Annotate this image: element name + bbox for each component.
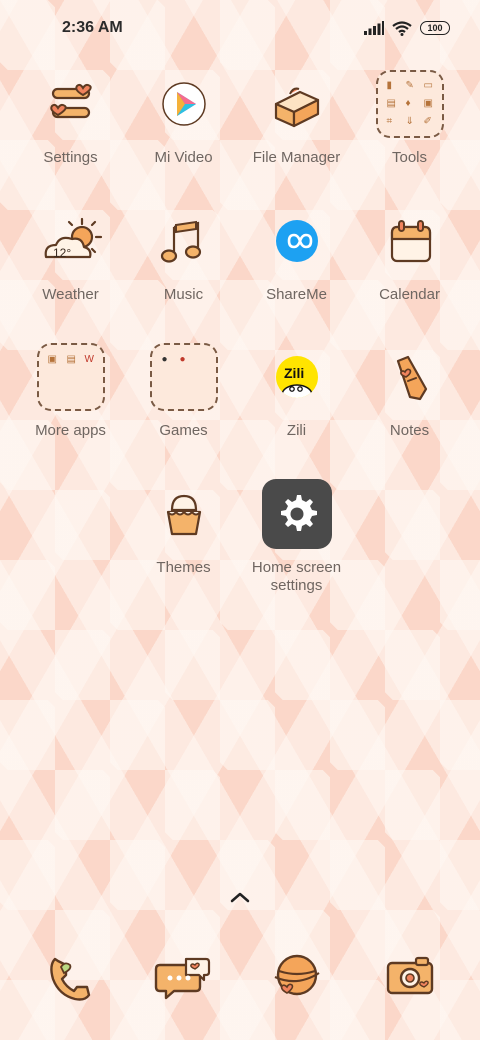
folder-tools[interactable]: ▮ ✎ ▭ ▤ ♦ ▣ ⌗ ⇓ ✐ Tools (353, 66, 466, 167)
status-icons: 100 (364, 20, 450, 36)
app-label: Calendar (379, 286, 440, 303)
music-icon (160, 220, 201, 263)
battery-icon: 100 (420, 21, 450, 35)
clock: 2:36 AM (62, 19, 123, 36)
folder-icon: ▮ ✎ ▭ ▤ ♦ ▣ ⌗ ⇓ ✐ (375, 70, 444, 138)
phone-icon[interactable] (41, 945, 101, 1005)
weather-icon: 12° (44, 217, 102, 260)
browser-icon[interactable] (267, 945, 327, 1005)
app-label: ShareMe (266, 286, 327, 303)
gear-icon (280, 495, 317, 531)
app-notes[interactable]: Notes (353, 339, 466, 440)
app-label: File Manager (252, 149, 341, 166)
app-label: Settings (43, 149, 98, 166)
app-label: Games (159, 422, 208, 439)
messages-icon[interactable] (154, 945, 214, 1005)
camera-icon[interactable] (380, 945, 440, 1005)
app-label: Zili (286, 422, 307, 439)
app-zili[interactable]: Zili Zili (240, 339, 353, 440)
zili-icon: Zili (275, 356, 318, 398)
app-label: Notes (389, 422, 430, 439)
folder-icon: ▣ ▤ W (36, 343, 105, 411)
app-calendar[interactable]: Calendar (353, 203, 466, 304)
folder-more-apps[interactable]: ▣ ▤ W More apps (14, 339, 127, 440)
folder-icon: ● ● (149, 343, 218, 411)
app-music[interactable]: Music (127, 203, 240, 304)
app-themes[interactable]: Themes (127, 476, 240, 577)
app-label: Mi Video (154, 149, 213, 166)
app-label: Home screen settings (251, 559, 342, 594)
home-screen-settings-tile (261, 479, 332, 549)
status-bar: 2:36 AM 100 (0, 0, 480, 56)
app-label: Weather (42, 286, 99, 303)
app-settings[interactable]: Settings (14, 66, 127, 167)
wifi-icon (392, 20, 412, 36)
app-file-manager[interactable]: File Manager (240, 66, 353, 167)
battery-level: 100 (427, 22, 443, 33)
signal-icon (364, 21, 384, 35)
shareme-icon (275, 220, 318, 262)
app-shareme[interactable]: ShareMe (240, 203, 353, 304)
app-label: Tools (391, 149, 428, 166)
app-label: More apps (35, 422, 106, 439)
app-label: Themes (156, 559, 211, 576)
folder-games[interactable]: ● ● Games (127, 339, 240, 440)
chevron-up-icon[interactable] (229, 890, 251, 904)
app-mi-video[interactable]: Mi Video (127, 66, 240, 167)
mi-video-icon (161, 82, 206, 126)
app-label: Music (163, 286, 204, 303)
app-home-screen-settings[interactable]: Home screen settings (240, 476, 353, 595)
weather-temperature: 12° (53, 246, 71, 260)
settings-icon (49, 83, 92, 119)
app-weather[interactable]: 12° Weather (14, 203, 127, 304)
themes-icon (166, 494, 201, 536)
file-manager-icon (274, 87, 319, 128)
zili-badge-text: Zili (284, 365, 304, 381)
notes-icon (396, 355, 427, 401)
calendar-icon (390, 220, 431, 263)
